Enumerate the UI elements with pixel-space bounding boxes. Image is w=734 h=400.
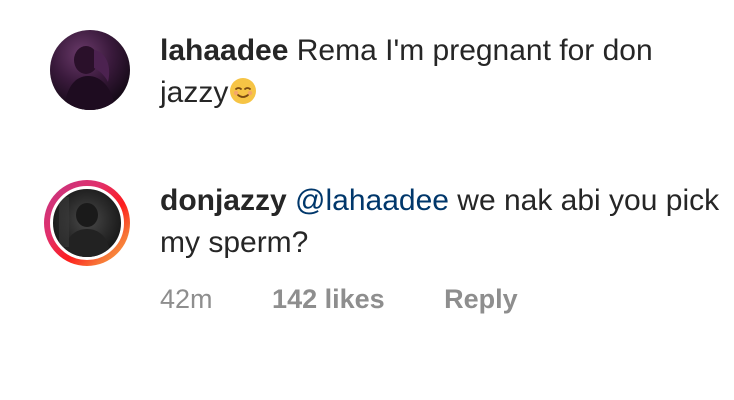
comment-mention[interactable]: @lahaadee: [295, 184, 449, 217]
smiling-face-emoji-icon: [228, 76, 258, 106]
profile-photo: [50, 186, 124, 260]
avatar-story-ring[interactable]: [44, 180, 130, 266]
comment-likes[interactable]: 142 likes: [272, 282, 385, 316]
comment-meta: 42m 142 likes Reply: [160, 282, 518, 316]
person-silhouette-icon: [59, 197, 111, 257]
person-silhouette-icon: [64, 46, 116, 110]
comment-time: 42m: [160, 284, 213, 314]
comment-username[interactable]: lahaadee: [160, 34, 288, 67]
profile-photo: [50, 30, 130, 110]
comment-text: donjazzy @lahaadee we nak abi you pick m…: [160, 180, 720, 264]
comment-username[interactable]: donjazzy: [160, 184, 287, 217]
avatar[interactable]: [50, 30, 130, 110]
comment-text: lahaadee Rema I'm pregnant for don jazzy: [160, 30, 720, 114]
reply-button[interactable]: Reply: [444, 282, 518, 316]
